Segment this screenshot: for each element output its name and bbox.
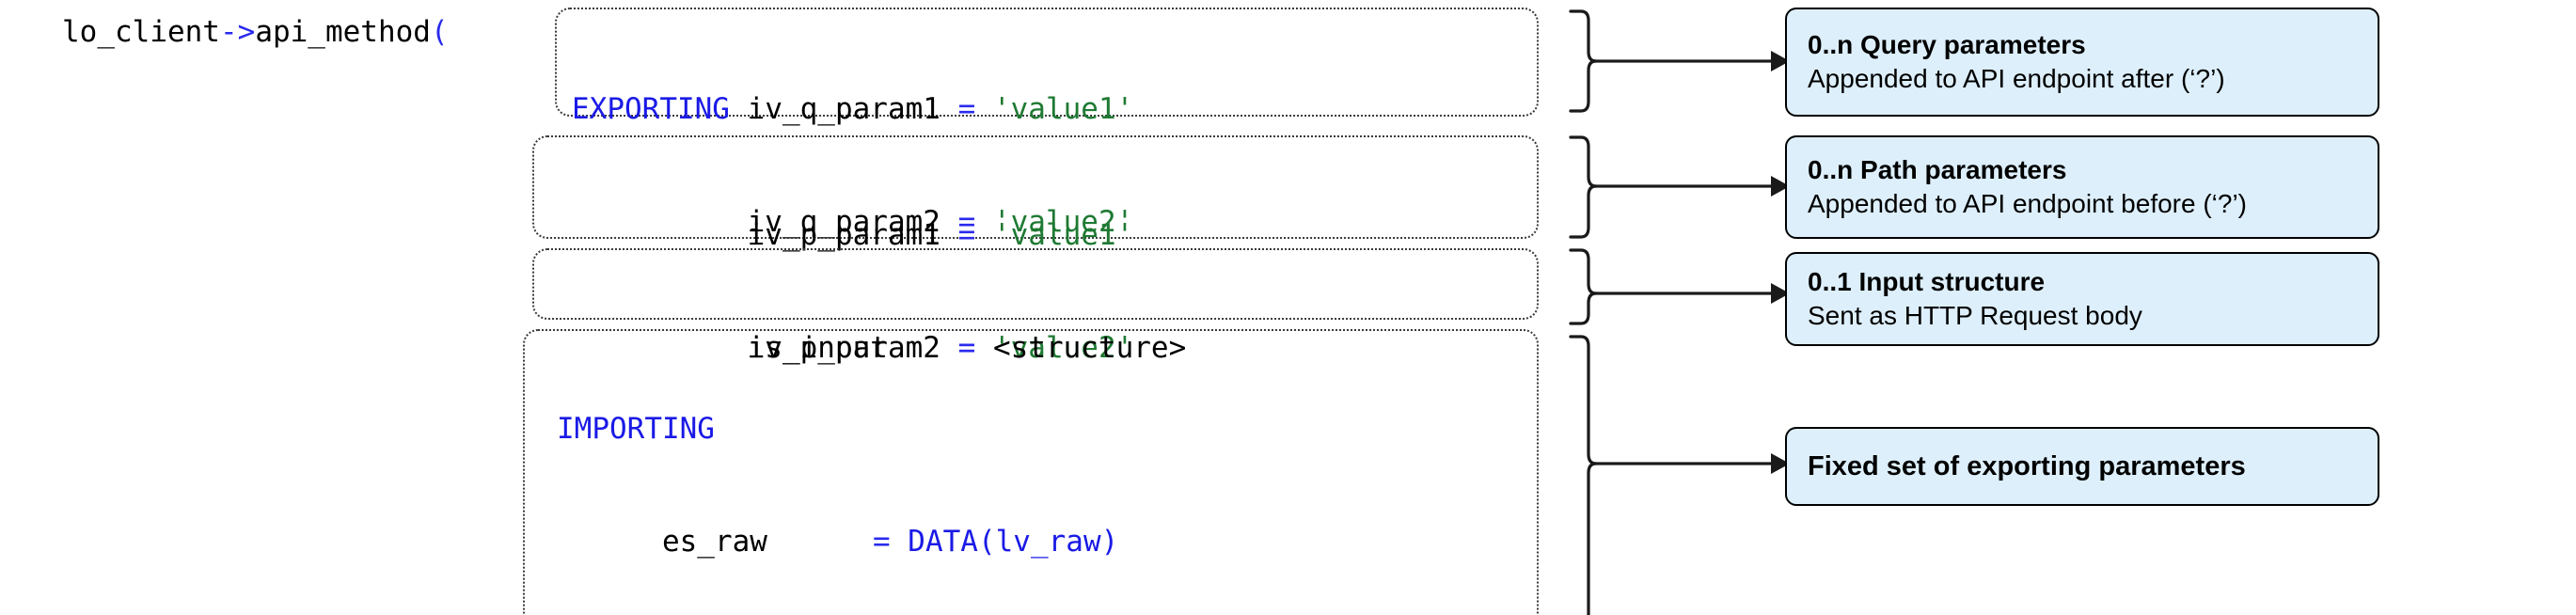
diagram-canvas: lo_client->api_method( EXPORTING iv_q_pa… [0,0,2576,615]
callout-subtitle: Sent as HTTP Request body [1808,301,2142,330]
callout-fixed-exporting-parameters[interactable]: Fixed set of exporting parameters [1785,427,2379,506]
param-value: 'value1' [992,92,1134,126]
method-name: api_method [255,15,431,49]
callout-title: Fixed set of exporting parameters [1808,451,2246,481]
callout-input-structure[interactable]: 0..1 Input structure Sent as HTTP Reques… [1785,252,2379,346]
close-paren: ) [1100,525,1119,559]
arrow-shaft-query [1594,59,1775,63]
code-box-query-parameters: EXPORTING iv_q_param1 = 'value1' iv_q_pa… [555,8,1539,239]
arrow-shaft-input [1594,292,1775,295]
code-line: EXPORTING iv_q_param1 = 'value1' [572,90,1133,128]
method-call-prefix: lo_client->api_method( [62,13,449,51]
data-argument: lv_raw [995,525,1101,559]
assign-operator: = [957,218,976,252]
callout-title: 0..n Query parameters [1808,30,2086,59]
callout-path-parameters[interactable]: 0..n Path parameters Appended to API end… [1785,135,2379,239]
client-variable: lo_client [62,15,220,49]
param-value: 'value1' [992,218,1134,252]
brace-query-icon [1569,9,1598,113]
param-name: iv_q_param1 [747,92,940,126]
assign-operator: = [957,92,976,126]
brace-path-icon [1569,135,1598,239]
arrow-shaft-fixed [1594,462,1775,465]
arrow-shaft-path [1594,184,1775,188]
code-line: es_raw = DATA(lv_raw) [557,523,1259,560]
callout-query-parameters[interactable]: 0..n Query parameters Appended to API en… [1785,8,2379,117]
code-box-importing-parameters: IMPORTING es_raw = DATA(lv_raw) es_outpu… [523,329,1539,615]
brace-input-icon [1569,248,1598,325]
code-line: IMPORTING [557,410,1259,448]
connector-group [1569,9,1790,615]
code-box-path-parameters: iv_p_param1 = 'value1' iv_p_param2 = 'va… [532,135,1539,365]
keyword-exporting: EXPORTING [572,92,730,126]
code-box-input-structure: is_input = <structure> [532,248,1539,365]
callout-title: 0..n Path parameters [1808,155,2067,184]
arrow-operator: -> [219,15,256,49]
keyword-importing: IMPORTING [557,412,715,446]
code-lines: IMPORTING es_raw = DATA(lv_raw) es_outpu… [557,335,1259,615]
callout-subtitle: Appended to API endpoint after (‘?’) [1808,64,2225,93]
assign-operator: = [872,525,891,559]
open-paren: ( [430,15,449,49]
param-name: iv_p_param1 [747,218,940,252]
callout-subtitle: Appended to API endpoint before (‘?’) [1808,189,2248,218]
data-declaration: DATA( [908,525,996,559]
callout-title: 0..1 Input structure [1808,267,2046,296]
param-name: es_raw [661,525,767,559]
brace-importing-icon [1569,335,1598,615]
